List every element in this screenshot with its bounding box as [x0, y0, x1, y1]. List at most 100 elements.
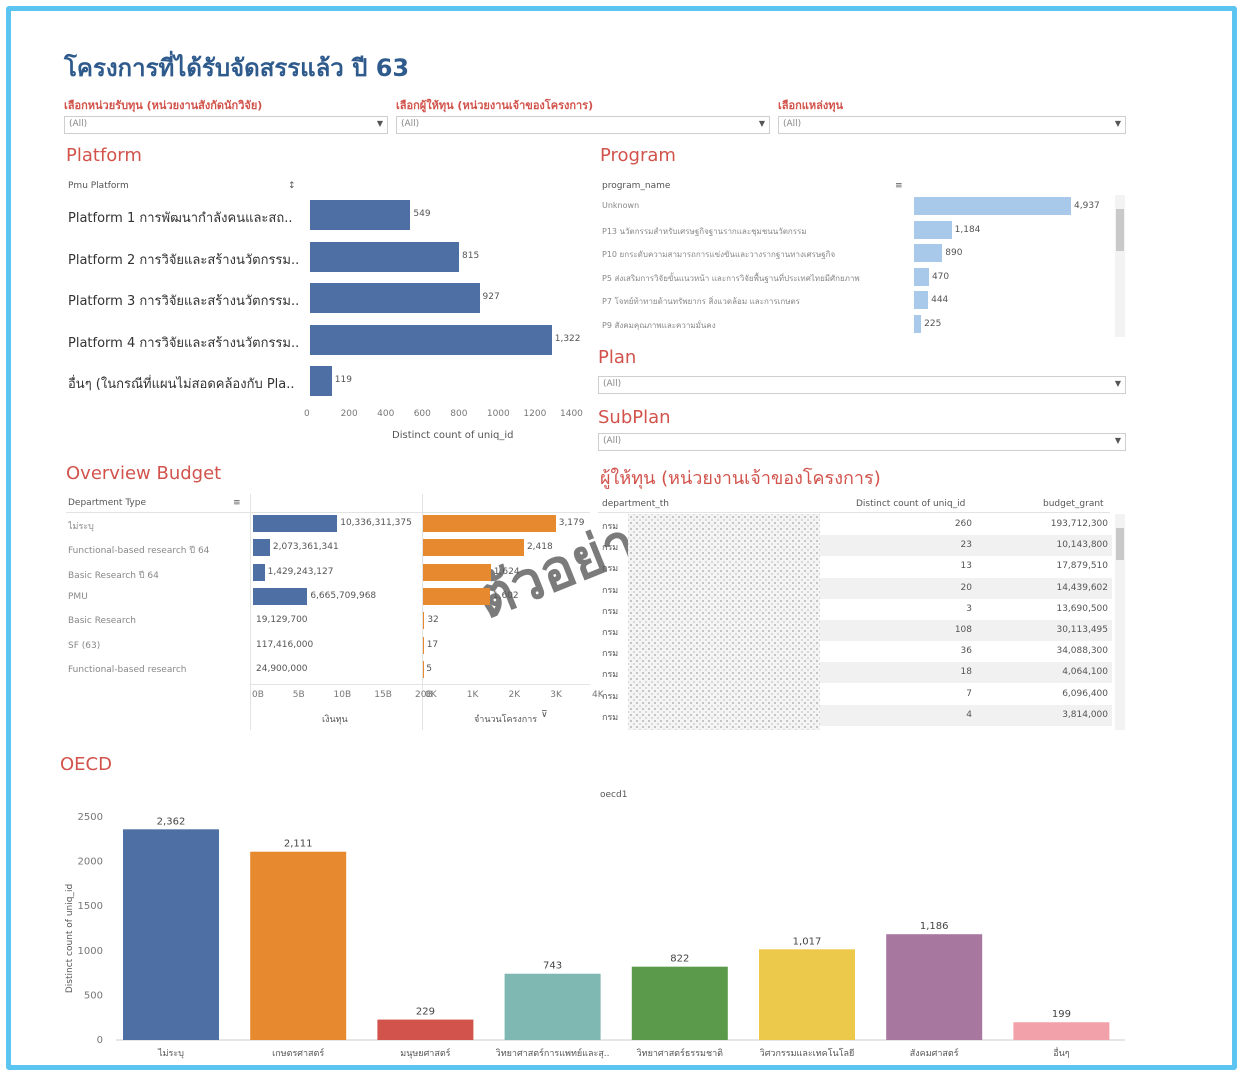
table-cell-dept[interactable]: กรม [602, 583, 618, 597]
filter-icon[interactable]: ⊽ [541, 710, 548, 720]
program-row-label[interactable]: P10 ยกระดับความสามารถการแข่งขันและวางราก… [602, 248, 907, 261]
plan-select[interactable]: (All) ▼ [598, 376, 1126, 394]
table-cell-dept[interactable]: กรม [602, 710, 618, 724]
divider [250, 494, 251, 730]
program-scrollbar[interactable] [1115, 195, 1125, 337]
program-title: Program [600, 145, 676, 166]
oecd-bar[interactable] [250, 851, 347, 1040]
table-cell-dept[interactable]: กรม [602, 561, 618, 575]
platform-tick-label: 0 [304, 409, 310, 419]
oecd-bar[interactable] [759, 949, 855, 1040]
y-tick-label: 2500 [78, 812, 103, 823]
table-cell-dept[interactable]: กรม [602, 540, 618, 554]
y-axis-label: Distinct count of uniq_id [65, 884, 75, 993]
budget-value-label: 2,073,361,341 [272, 542, 339, 553]
platform-row-label[interactable]: Platform 1 การพัฒนากำลังคนและสถ.. [68, 207, 308, 228]
platform-tick-label: 1200 [523, 409, 547, 419]
platform-bar[interactable] [310, 324, 552, 355]
overview-row-label[interactable]: PMU [68, 592, 246, 602]
platform-row-label[interactable]: Platform 2 การวิจัยและสร้างนวัตกรรม.. [68, 249, 308, 270]
subplan-select[interactable]: (All) ▼ [598, 433, 1126, 451]
program-row-label[interactable]: Unknown [602, 201, 907, 210]
oecd-category-label: วิทยาศาสตร์การแพทย์และสุ.. [496, 1047, 610, 1059]
table-cell-budget: 14,439,602 [1056, 582, 1108, 593]
count-bar[interactable] [423, 563, 491, 581]
filter-value: (All) [69, 119, 88, 129]
budget-bar[interactable] [253, 539, 270, 557]
program-bar[interactable] [914, 315, 922, 333]
platform-bar[interactable] [310, 200, 411, 230]
oecd-bar[interactable] [377, 1019, 474, 1040]
table-cell-budget: 34,088,300 [1056, 646, 1108, 657]
table-cell-dept[interactable]: กรม [602, 689, 618, 703]
table-cell-dept[interactable]: กรม [602, 625, 618, 639]
table-cell-count: 7 [966, 688, 972, 699]
platform-bar[interactable] [310, 241, 460, 272]
program-row-label[interactable]: P5 ส่งเสริมการวิจัยขั้นแนวหน้า และการวิจ… [602, 272, 907, 285]
platform-row-label[interactable]: อื่นๆ (ในกรณีที่แผนไม่สอดคล้องกับ Pla.. [68, 373, 308, 394]
filter-select-funder[interactable]: (All) ▼ [396, 116, 770, 134]
table-cell-dept[interactable]: กรม [602, 519, 618, 533]
dropdown-arrow-icon: ▼ [758, 119, 765, 128]
program-bar[interactable] [914, 197, 1071, 215]
oecd-category-label: มนุษยศาสตร์ [400, 1047, 450, 1059]
oecd-bar[interactable] [123, 829, 219, 1040]
filter-select-recipient[interactable]: (All) ▼ [64, 116, 388, 134]
table-cell-count: 4 [966, 709, 972, 720]
overview-row-label[interactable]: SF (63) [68, 641, 246, 651]
count-bar[interactable] [423, 587, 490, 605]
table-cell-budget: 30,113,495 [1056, 625, 1108, 635]
table-cell-dept[interactable]: กรม [602, 646, 618, 660]
platform-tick-label: 200 [340, 409, 358, 419]
program-row-label[interactable]: P9 สังคมคุณภาพและความมั่นคง [602, 319, 907, 332]
oecd-bar[interactable] [504, 973, 601, 1040]
count-value-label: 1,624 [493, 566, 520, 577]
oecd-category-label: อื่นๆ [1053, 1046, 1070, 1059]
oecd-bar[interactable] [886, 934, 983, 1040]
filter-label-recipient: เลือกหน่วยรับทุน (หน่วยงานสังกัดนักวิจัย… [64, 99, 263, 112]
count-bar[interactable] [423, 515, 556, 532]
platform-bar[interactable] [310, 366, 332, 396]
program-row-label[interactable]: P7 โจทย์ท้าทายด้านทรัพยากร สิ่งแวดล้อม แ… [602, 295, 907, 308]
platform-row-label[interactable]: Platform 3 การวิจัยและสร้างนวัตกรรม.. [68, 290, 308, 311]
budget-bar[interactable] [253, 515, 338, 532]
count-tick-label: 3K [550, 690, 562, 700]
scrollbar-thumb[interactable] [1116, 209, 1124, 251]
platform-bar[interactable] [310, 283, 480, 313]
filter-select-source[interactable]: (All) ▼ [778, 116, 1126, 134]
funders-scrollbar[interactable] [1115, 514, 1125, 730]
oecd-bar[interactable] [631, 966, 728, 1040]
table-cell-dept[interactable]: กรม [602, 604, 618, 618]
overview-row-label[interactable]: ไม่ระบุ [68, 519, 246, 533]
program-bar[interactable] [914, 220, 952, 239]
program-value-label: 470 [931, 271, 950, 282]
sort-icon[interactable]: ↕ [288, 181, 296, 191]
count-bar[interactable] [423, 539, 524, 557]
program-row-label[interactable]: P13 นวัตกรรมสำหรับเศรษฐกิจฐานรากและชุมชน… [602, 225, 907, 238]
sort-icon[interactable]: ≡ [233, 498, 241, 508]
oecd-value-label: 1,017 [793, 936, 822, 947]
scrollbar-thumb[interactable] [1116, 528, 1124, 560]
budget-bar[interactable] [253, 587, 308, 605]
dropdown-arrow-icon: ▼ [1114, 379, 1121, 388]
table-cell-count: 20 [960, 582, 972, 593]
overview-row-label[interactable]: Functional-based research [68, 665, 246, 675]
overview-row-label[interactable]: Basic Research [68, 616, 246, 626]
subplan-value: (All) [603, 436, 622, 446]
oecd-category-label: สังคมศาสตร์ [910, 1047, 959, 1059]
overview-row-label[interactable]: Functional-based research ปี 64 [68, 543, 246, 557]
oecd-bar[interactable] [1013, 1022, 1110, 1040]
overview-row-label[interactable]: Basic Research ปี 64 [68, 568, 246, 582]
count-bar[interactable] [423, 612, 425, 630]
program-bar[interactable] [914, 244, 943, 263]
budget-bar[interactable] [253, 563, 265, 581]
count-bar[interactable] [423, 636, 424, 654]
table-cell-budget: 10,143,800 [1056, 540, 1108, 551]
table-cell-dept[interactable]: กรม [602, 667, 618, 681]
count-bar[interactable] [423, 660, 424, 678]
sort-icon[interactable]: ≡ [895, 181, 903, 191]
filter-value: (All) [783, 119, 802, 129]
program-bar[interactable] [914, 291, 929, 310]
platform-row-label[interactable]: Platform 4 การวิจัยและสร้างนวัตกรรม.. [68, 332, 308, 353]
program-bar[interactable] [914, 267, 929, 286]
